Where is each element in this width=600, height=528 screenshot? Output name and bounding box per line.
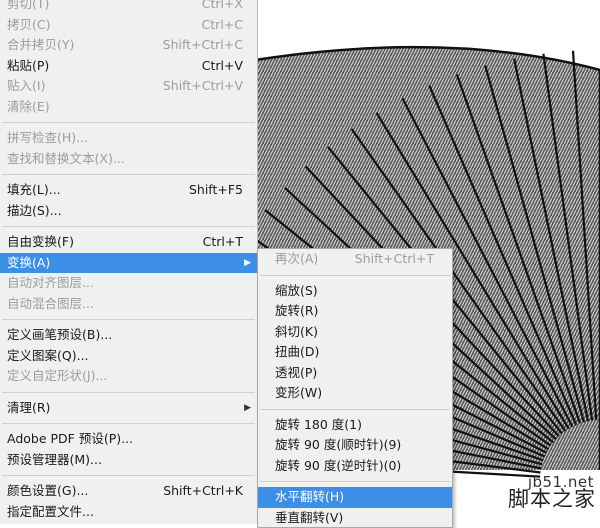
submenu-item-distort[interactable]: 扭曲(D) <box>258 342 452 363</box>
submenu-item-warp[interactable]: 变形(W) <box>258 383 452 404</box>
submenu-item-rotate-90-ccw[interactable]: 旋转 90 度(逆时针)(0) <box>258 456 452 477</box>
site-watermark: jb51.net 脚本之家 <box>450 467 600 515</box>
menu-item-shortcut: Shift+F5 <box>189 180 243 201</box>
menu-item-fill[interactable]: 填充(L)... Shift+F5 <box>0 180 257 201</box>
menu-separator <box>260 481 450 482</box>
menu-item-label: 旋转 90 度(逆时针)(0) <box>275 456 401 477</box>
menu-item-check-spelling[interactable]: 拼写检查(H)... <box>0 128 257 149</box>
edit-menu: 剪切(T) Ctrl+X 拷贝(C) Ctrl+C 合并拷贝(Y) Shift+… <box>0 0 258 524</box>
menu-item-shortcut: Ctrl+C <box>202 15 243 36</box>
menu-item-label: 扭曲(D) <box>275 342 319 363</box>
menu-item-clear[interactable]: 清除(E) <box>0 97 257 118</box>
menu-item-copy[interactable]: 拷贝(C) Ctrl+C <box>0 15 257 36</box>
menu-item-color-settings[interactable]: 颜色设置(G)... Shift+Ctrl+K <box>0 481 257 502</box>
menu-item-label: 指定配置文件... <box>7 502 94 523</box>
submenu-item-rotate-180[interactable]: 旋转 180 度(1) <box>258 415 452 436</box>
menu-item-label: 自动混合图层... <box>7 294 94 315</box>
menu-item-label: 定义图案(Q)... <box>7 346 89 367</box>
menu-item-shortcut: Ctrl+T <box>203 232 243 253</box>
menu-item-paste-into[interactable]: 贴入(I) Shift+Ctrl+V <box>0 76 257 97</box>
menu-item-define-brush-preset[interactable]: 定义画笔预设(B)... <box>0 325 257 346</box>
menu-item-adobe-pdf-presets[interactable]: Adobe PDF 预设(P)... <box>0 429 257 450</box>
menu-item-shortcut: Shift+Ctrl+C <box>163 35 243 56</box>
menu-item-auto-align-layers[interactable]: 自动对齐图层... <box>0 273 257 294</box>
submenu-item-scale[interactable]: 缩放(S) <box>258 281 452 302</box>
menu-item-label: 拷贝(C) <box>7 15 50 36</box>
menu-item-label: 变换(A) <box>7 253 50 274</box>
menu-separator <box>2 226 255 227</box>
menu-item-label: 填充(L)... <box>7 180 61 201</box>
menu-item-label: 贴入(I) <box>7 76 45 97</box>
menu-item-shortcut: Shift+Ctrl+V <box>163 76 243 97</box>
menu-item-define-pattern[interactable]: 定义图案(Q)... <box>0 346 257 367</box>
menu-item-label: 斜切(K) <box>275 322 318 343</box>
menu-item-label: 垂直翻转(V) <box>275 508 343 528</box>
menu-item-label: 自由变换(F) <box>7 232 74 253</box>
submenu-item-rotate-90-cw[interactable]: 旋转 90 度(顺时针)(9) <box>258 435 452 456</box>
submenu-arrow-icon: ▶ <box>244 398 251 419</box>
menu-separator <box>2 392 255 393</box>
menu-item-label: 清理(R) <box>7 398 50 419</box>
transform-submenu: 再次(A) Shift+Ctrl+T 缩放(S) 旋转(R) 斜切(K) 扭曲(… <box>257 248 453 528</box>
menu-item-label: 粘贴(P) <box>7 56 49 77</box>
menu-item-label: 变形(W) <box>275 383 322 404</box>
menu-item-free-transform[interactable]: 自由变换(F) Ctrl+T <box>0 232 257 253</box>
menu-item-shortcut: Ctrl+X <box>202 0 243 15</box>
menu-item-shortcut: Ctrl+V <box>202 56 243 77</box>
menu-item-label: 再次(A) <box>275 249 318 270</box>
menu-item-label: 定义画笔预设(B)... <box>7 325 112 346</box>
menu-item-label: 剪切(T) <box>7 0 49 15</box>
menu-item-assign-profile[interactable]: 指定配置文件... <box>0 502 257 523</box>
menu-item-find-replace-text[interactable]: 查找和替换文本(X)... <box>0 149 257 170</box>
menu-separator <box>2 174 255 175</box>
menu-separator <box>2 475 255 476</box>
menu-separator <box>2 423 255 424</box>
watermark-text: 脚本之家 <box>508 483 596 513</box>
menu-item-label: 旋转 180 度(1) <box>275 415 362 436</box>
menu-item-transform[interactable]: 变换(A) ▶ <box>0 253 257 274</box>
menu-item-label: 缩放(S) <box>275 281 318 302</box>
menu-item-label: 描边(S)... <box>7 201 62 222</box>
menu-item-purge[interactable]: 清理(R) ▶ <box>0 398 257 419</box>
menu-item-label: Adobe PDF 预设(P)... <box>7 429 133 450</box>
submenu-item-perspective[interactable]: 透视(P) <box>258 363 452 384</box>
menu-item-label: 旋转(R) <box>275 301 318 322</box>
menu-item-label: 旋转 90 度(顺时针)(9) <box>275 435 401 456</box>
menu-item-label: 预设管理器(M)... <box>7 450 102 471</box>
menu-item-label: 自动对齐图层... <box>7 273 94 294</box>
menu-item-cut[interactable]: 剪切(T) Ctrl+X <box>0 0 257 15</box>
menu-item-define-custom-shape[interactable]: 定义自定形状(J)... <box>0 366 257 387</box>
menu-item-label: 查找和替换文本(X)... <box>7 149 125 170</box>
submenu-item-flip-vertical[interactable]: 垂直翻转(V) <box>258 508 452 528</box>
menu-item-label: 合并拷贝(Y) <box>7 35 74 56</box>
menu-item-label: 透视(P) <box>275 363 317 384</box>
submenu-item-flip-horizontal[interactable]: 水平翻转(H) <box>258 487 452 508</box>
submenu-item-skew[interactable]: 斜切(K) <box>258 322 452 343</box>
menu-separator <box>2 319 255 320</box>
menu-item-label: 拼写检查(H)... <box>7 128 88 149</box>
menu-item-preset-manager[interactable]: 预设管理器(M)... <box>0 450 257 471</box>
menu-separator <box>2 122 255 123</box>
menu-item-paste[interactable]: 粘贴(P) Ctrl+V <box>0 56 257 77</box>
menu-item-label: 颜色设置(G)... <box>7 481 88 502</box>
menu-item-stroke[interactable]: 描边(S)... <box>0 201 257 222</box>
menu-item-auto-blend-layers[interactable]: 自动混合图层... <box>0 294 257 315</box>
menu-item-label: 水平翻转(H) <box>275 487 344 508</box>
menu-item-shortcut: Shift+Ctrl+T <box>355 249 434 270</box>
menu-separator <box>260 275 450 276</box>
menu-item-copy-merged[interactable]: 合并拷贝(Y) Shift+Ctrl+C <box>0 35 257 56</box>
submenu-item-again[interactable]: 再次(A) Shift+Ctrl+T <box>258 249 452 270</box>
submenu-item-rotate[interactable]: 旋转(R) <box>258 301 452 322</box>
menu-item-shortcut: Shift+Ctrl+K <box>163 481 243 502</box>
menu-separator <box>260 409 450 410</box>
menu-item-label: 清除(E) <box>7 97 50 118</box>
menu-item-label: 定义自定形状(J)... <box>7 366 107 387</box>
submenu-arrow-icon: ▶ <box>244 253 251 274</box>
